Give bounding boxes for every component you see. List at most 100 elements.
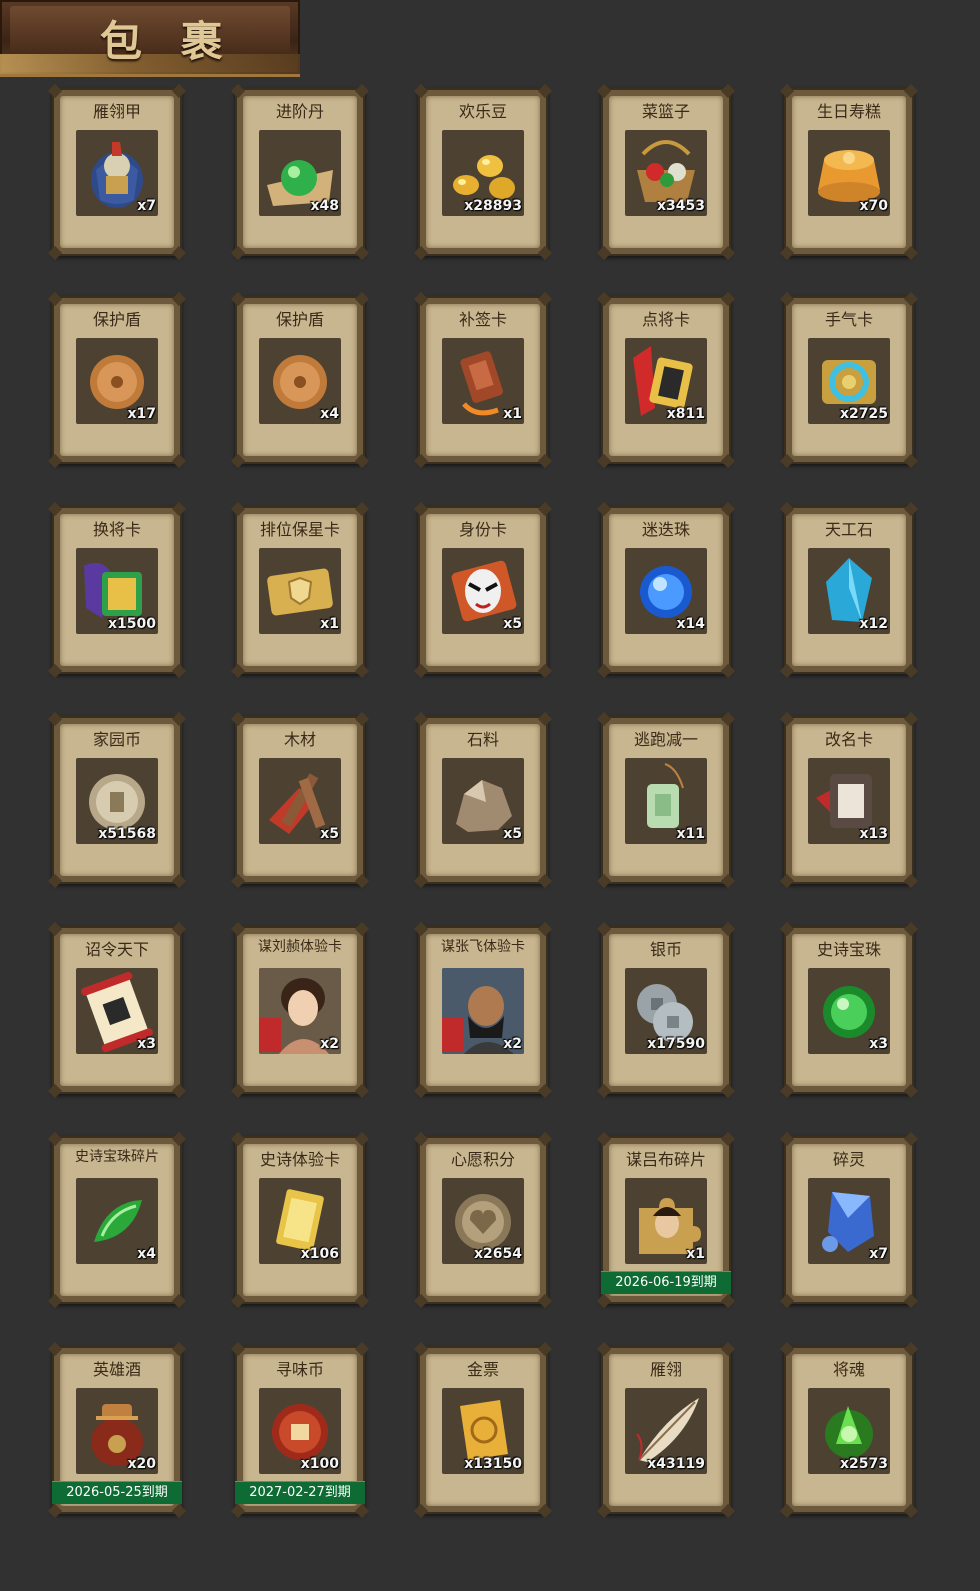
item-slot[interactable]: 身份卡 x5 — [413, 501, 553, 679]
card-corner-ornament — [537, 873, 553, 889]
blue-orb-icon: x14 — [625, 548, 707, 634]
item-slot[interactable]: 谋吕布碎片 x1 2026-06-19到期 — [596, 1131, 736, 1309]
card-corner-ornament — [720, 453, 736, 469]
item-count: x3453 — [657, 198, 705, 214]
item-slot[interactable]: 雁翎 x43119 — [596, 1341, 736, 1519]
card-corner-ornament — [413, 663, 429, 679]
card-corner-ornament — [354, 1341, 370, 1357]
card-corner-ornament — [537, 711, 553, 727]
card-corner-ornament — [47, 873, 63, 889]
card-corner-ornament — [596, 873, 612, 889]
card-corner-ornament — [720, 1341, 736, 1357]
gold-card-icon: x106 — [259, 1178, 341, 1264]
item-slot[interactable]: 银币 x17590 — [596, 921, 736, 1099]
card-corner-ornament — [47, 1083, 63, 1099]
item-slot[interactable]: 菜篮子 x3453 — [596, 83, 736, 261]
item-slot[interactable]: 英雄酒 x20 2026-05-25到期 — [47, 1341, 187, 1519]
item-slot[interactable]: 补签卡 x1 — [413, 291, 553, 469]
card-corner-ornament — [903, 501, 919, 517]
card-corner-ornament — [596, 663, 612, 679]
card-corner-ornament — [354, 921, 370, 937]
card-corner-ornament — [779, 1293, 795, 1309]
item-slot[interactable]: 迷迭珠 x14 — [596, 501, 736, 679]
item-name: 生日寿糕 — [816, 102, 881, 121]
item-slot[interactable]: 进阶丹 x48 — [230, 83, 370, 261]
item-count: x14 — [676, 616, 705, 632]
item-slot[interactable]: 石料 x5 — [413, 711, 553, 889]
item-slot[interactable]: 保护盾 x17 — [47, 291, 187, 469]
item-slot[interactable]: 诏令天下 x3 — [47, 921, 187, 1099]
card-corner-ornament — [230, 245, 246, 261]
item-slot[interactable]: 心愿积分 x2654 — [413, 1131, 553, 1309]
card-paper: 雁翎 x43119 — [609, 1354, 723, 1506]
item-slot[interactable]: 史诗体验卡 x106 — [230, 1131, 370, 1309]
card-corner-ornament — [720, 921, 736, 937]
item-count: x7 — [869, 1246, 888, 1262]
item-slot[interactable]: 生日寿糕 x70 — [779, 83, 919, 261]
item-name: 石料 — [466, 730, 499, 749]
item-name: 将魂 — [832, 1360, 865, 1379]
item-slot[interactable]: 将魂 x2573 — [779, 1341, 919, 1519]
item-slot[interactable]: 谋刘赪体验卡 x2 — [230, 921, 370, 1099]
item-count: x17 — [127, 406, 156, 422]
item-count: x5 — [503, 826, 522, 842]
card-corner-ornament — [903, 873, 919, 889]
item-slot[interactable]: 谋张飞体验卡 x2 — [413, 921, 553, 1099]
rename-card-icon: x13 — [808, 758, 890, 844]
item-name: 天工石 — [824, 520, 873, 539]
card-corner-ornament — [720, 1293, 736, 1309]
card-corner-ornament — [537, 1503, 553, 1519]
item-slot[interactable]: 天工石 x12 — [779, 501, 919, 679]
wood-icon: x5 — [259, 758, 341, 844]
item-slot[interactable]: 金票 x13150 — [413, 1341, 553, 1519]
card-corner-ornament — [171, 921, 187, 937]
item-slot[interactable]: 碎灵 x7 — [779, 1131, 919, 1309]
item-count: x5 — [320, 826, 339, 842]
item-count: x2 — [320, 1036, 339, 1052]
card-paper: 补签卡 x1 — [426, 304, 540, 456]
item-count: x100 — [300, 1456, 339, 1472]
item-count: x2725 — [840, 406, 888, 422]
item-count: x3 — [869, 1036, 888, 1052]
expiry-banner: 2027-02-27到期 — [235, 1481, 365, 1504]
item-slot[interactable]: 改名卡 x13 — [779, 711, 919, 889]
card-corner-ornament — [413, 1503, 429, 1519]
card-corner-ornament — [354, 1131, 370, 1147]
item-name: 逃跑减一 — [633, 730, 698, 749]
item-slot[interactable]: 保护盾 x4 — [230, 291, 370, 469]
card-corner-ornament — [596, 1083, 612, 1099]
stone-icon: x5 — [442, 758, 524, 844]
item-slot[interactable]: 欢乐豆 x28893 — [413, 83, 553, 261]
item-count: x4 — [320, 406, 339, 422]
card-corner-ornament — [230, 663, 246, 679]
item-slot[interactable]: 逃跑减一 x11 — [596, 711, 736, 889]
item-name: 手气卡 — [824, 310, 873, 329]
item-slot[interactable]: 点将卡 x811 — [596, 291, 736, 469]
item-slot[interactable]: 手气卡 x2725 — [779, 291, 919, 469]
item-slot[interactable]: 家园币 x51568 — [47, 711, 187, 889]
card-corner-ornament — [171, 663, 187, 679]
item-slot[interactable]: 雁翎甲 x7 — [47, 83, 187, 261]
card-paper: 生日寿糕 x70 — [792, 96, 906, 248]
card-corner-ornament — [354, 291, 370, 307]
item-slot[interactable]: 史诗宝珠碎片 x4 — [47, 1131, 187, 1309]
item-name: 木材 — [283, 730, 316, 749]
card-corner-ornament — [596, 1503, 612, 1519]
card-paper: 手气卡 x2725 — [792, 304, 906, 456]
card-corner-ornament — [903, 291, 919, 307]
card-corner-ornament — [47, 245, 63, 261]
card-corner-ornament — [230, 1503, 246, 1519]
item-name: 谋刘赪体验卡 — [258, 939, 342, 955]
card-corner-ornament — [903, 83, 919, 99]
item-slot[interactable]: 史诗宝珠 x3 — [779, 921, 919, 1099]
item-slot[interactable]: 木材 x5 — [230, 711, 370, 889]
item-count: x2654 — [474, 1246, 522, 1262]
item-slot[interactable]: 排位保星卡 x1 — [230, 501, 370, 679]
coin-icon: x51568 — [76, 758, 158, 844]
card-corner-ornament — [354, 501, 370, 517]
card-paper: 改名卡 x13 — [792, 724, 906, 876]
item-slot[interactable]: 寻味币 x100 2027-02-27到期 — [230, 1341, 370, 1519]
item-slot[interactable]: 换将卡 x1500 — [47, 501, 187, 679]
card-corner-ornament — [720, 1083, 736, 1099]
item-name: 史诗体验卡 — [259, 1150, 340, 1169]
